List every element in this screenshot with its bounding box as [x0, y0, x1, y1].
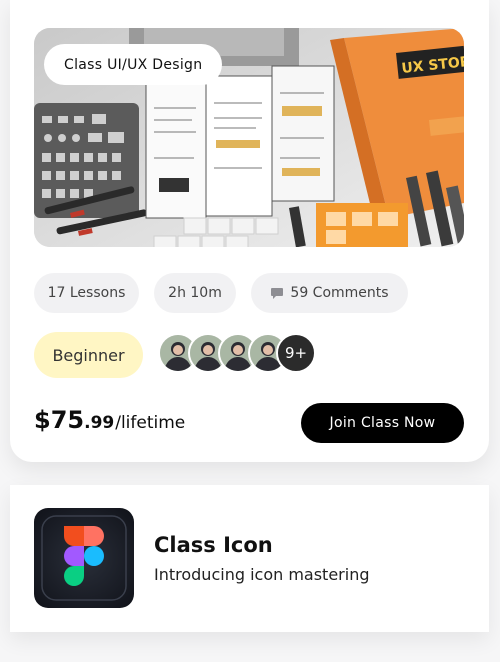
course-card[interactable]: UX STORY Class UI/UX Design 17 Lessons 2…: [10, 0, 489, 462]
level-label: Beginner: [52, 345, 125, 365]
more-attendees-badge[interactable]: 9+: [276, 333, 316, 373]
course-category-tag: Class UI/UX Design: [44, 44, 223, 85]
course-price: $ 75 .99 /lifetime: [34, 406, 185, 434]
price-cents: .99: [84, 413, 115, 433]
next-course-card[interactable]: Class Icon Introducing icon mastering: [10, 485, 489, 632]
next-course-subtitle: Introducing icon mastering: [154, 565, 370, 584]
wireframe-sketches-icon: [145, 65, 335, 219]
attendee-avatars[interactable]: 9+: [158, 333, 328, 373]
lessons-count-chip: 17 Lessons: [34, 273, 139, 313]
duration-chip: 2h 10m: [154, 273, 236, 313]
course-hero-image: UX STORY Class UI/UX Design: [34, 28, 464, 247]
level-badge: Beginner: [34, 332, 143, 378]
comments-count-label: 59 Comments: [290, 285, 389, 301]
price-currency: $: [34, 406, 51, 434]
comment-bubble-icon: [270, 286, 284, 300]
lessons-count-label: 17 Lessons: [47, 285, 126, 301]
figma-icon: [34, 508, 134, 608]
join-class-button[interactable]: Join Class Now: [301, 403, 464, 443]
price-whole: 75: [50, 406, 85, 434]
orange-stencil-icon: [316, 203, 408, 247]
duration-label: 2h 10m: [168, 285, 222, 301]
next-course-title: Class Icon: [154, 533, 273, 557]
price-period: /lifetime: [115, 413, 186, 433]
comments-chip[interactable]: 59 Comments: [251, 273, 408, 313]
